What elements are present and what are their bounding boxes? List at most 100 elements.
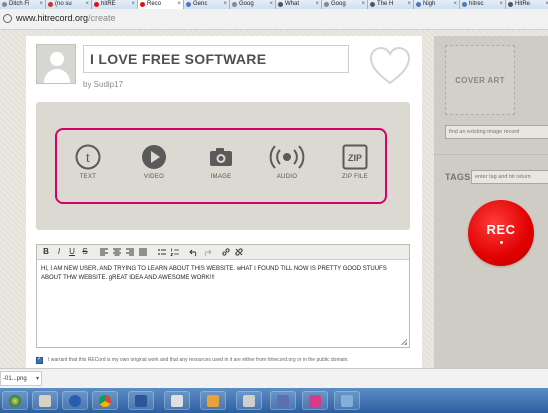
browser-tab[interactable]: hitRE ×: [92, 0, 138, 9]
browser-tab[interactable]: (no su ×: [46, 0, 92, 9]
browser-tab[interactable]: Reco ×: [138, 0, 184, 9]
start-button[interactable]: [2, 391, 28, 410]
favicon-icon: [186, 2, 191, 7]
resize-handle[interactable]: [401, 339, 407, 345]
download-item[interactable]: -01...png ▾: [0, 371, 42, 386]
text-editor[interactable]: B I U S HI, I AM NEW USER, AND TRYING TO…: [36, 244, 410, 348]
cover-art-dropzone[interactable]: COVER ART: [445, 45, 515, 115]
editor-content[interactable]: HI, I AM NEW USER, AND TRYING TO LEARN A…: [41, 265, 405, 283]
paint-taskbar-icon[interactable]: [32, 391, 58, 410]
close-tab-icon[interactable]: ×: [453, 0, 457, 9]
browser-tab[interactable]: Genc ×: [184, 0, 230, 9]
tab-label: The H: [377, 1, 394, 7]
tab-label: Genc: [193, 1, 208, 7]
unlink-icon[interactable]: [234, 247, 244, 257]
close-tab-icon[interactable]: ×: [131, 0, 135, 9]
address-bar[interactable]: www.hitrecord.org/create: [0, 9, 548, 30]
tab-label: hitRE: [101, 1, 116, 7]
video-play-icon: [142, 145, 166, 169]
drawing-taskbar-icon[interactable]: [200, 391, 226, 410]
tab-label: Goog: [331, 1, 346, 7]
close-tab-icon[interactable]: ×: [223, 0, 227, 9]
media-taskbar-icon[interactable]: [302, 391, 328, 410]
warrant-row: I warrant that this RECord is my own ori…: [36, 355, 416, 366]
chevron-down-icon[interactable]: ▾: [36, 375, 39, 382]
browser-tab[interactable]: hitrec ×: [460, 0, 506, 9]
strikethrough-button[interactable]: S: [80, 247, 90, 257]
tab-label: Ditch Fi: [9, 1, 30, 7]
sidebar-divider: [434, 154, 548, 155]
svg-text:t: t: [86, 150, 91, 166]
editor-toolbar: B I U S: [37, 245, 409, 260]
tab-label: hitrec: [469, 1, 484, 7]
url-text[interactable]: www.hitrecord.org/create: [16, 13, 116, 23]
zip-file-icon: ZIP: [342, 144, 368, 170]
browser-tab[interactable]: HitRe×: [506, 0, 548, 9]
camera-icon: [210, 148, 232, 166]
create-record-card: by Sudip17 t TEXT VIDEO: [26, 36, 422, 368]
close-tab-icon[interactable]: ×: [361, 0, 365, 9]
close-tab-icon[interactable]: ×: [85, 0, 89, 9]
page-background: by Sudip17 t TEXT VIDEO: [0, 30, 548, 368]
close-tab-icon[interactable]: ×: [39, 0, 43, 9]
align-right-icon[interactable]: [125, 247, 135, 257]
document-taskbar-icon[interactable]: [164, 391, 190, 410]
download-bar: -01...png ▾: [0, 368, 548, 388]
rec-button[interactable]: REC: [468, 200, 534, 266]
media-option-text[interactable]: t TEXT: [63, 144, 113, 194]
firefox-taskbar-icon[interactable]: [62, 391, 88, 410]
favicon-icon: [48, 2, 53, 7]
align-justify-icon[interactable]: [138, 247, 148, 257]
os-taskbar: [0, 388, 548, 413]
close-tab-icon[interactable]: ×: [407, 0, 411, 9]
link-icon[interactable]: [221, 247, 231, 257]
browser-tab[interactable]: Goog ×: [230, 0, 276, 9]
media-type-selector: t TEXT VIDEO IMAGE AUDIO ZIP ZIP FILE: [55, 128, 387, 204]
favicon-icon: [278, 2, 283, 7]
browser-tab[interactable]: Ditch Fi ×: [0, 0, 46, 9]
align-left-icon[interactable]: [99, 247, 109, 257]
word-taskbar-icon[interactable]: [128, 391, 154, 410]
browser-tab[interactable]: Goog ×: [322, 0, 368, 9]
close-tab-icon[interactable]: ×: [269, 0, 273, 9]
media-option-video[interactable]: VIDEO: [129, 144, 179, 194]
bullet-list-icon[interactable]: [157, 247, 167, 257]
numbered-list-icon[interactable]: [170, 247, 180, 257]
app-taskbar-icon[interactable]: [270, 391, 296, 410]
close-tab-icon[interactable]: ×: [499, 0, 503, 9]
favicon-icon: [462, 2, 467, 7]
underline-button[interactable]: U: [67, 247, 77, 257]
audio-icon: [269, 145, 305, 169]
close-tab-icon[interactable]: ×: [177, 0, 181, 9]
heart-icon[interactable]: [368, 46, 412, 86]
browser-tab-strip: Ditch Fi × (no su × hitRE × Reco × Genc × Goog × Wha…: [0, 0, 548, 9]
bold-button[interactable]: B: [41, 247, 51, 257]
media-option-audio[interactable]: AUDIO: [262, 144, 312, 194]
warrant-label: I warrant that this RECord is my own ori…: [48, 357, 349, 363]
browser-tab[interactable]: What ×: [276, 0, 322, 9]
browser-tab[interactable]: Nigh ×: [414, 0, 460, 9]
favicon-icon: [232, 2, 237, 7]
find-image-input[interactable]: [445, 125, 548, 139]
chrome-taskbar-icon[interactable]: [92, 391, 118, 410]
explorer-taskbar-icon[interactable]: [236, 391, 262, 410]
upload-zone: t TEXT VIDEO IMAGE AUDIO ZIP ZIP FILE: [36, 102, 410, 230]
tags-input[interactable]: [471, 170, 548, 184]
record-title-input[interactable]: [83, 45, 349, 73]
media-option-zip[interactable]: ZIP ZIP FILE: [330, 144, 380, 194]
align-center-icon[interactable]: [112, 247, 122, 257]
warrant-checkbox[interactable]: [36, 355, 43, 364]
media-option-image[interactable]: IMAGE: [196, 144, 246, 194]
italic-button[interactable]: I: [54, 247, 64, 257]
tab-label: (no su: [55, 1, 72, 7]
favicon-icon: [324, 2, 329, 7]
globe-icon: [3, 14, 12, 23]
record-sidebar: COVER ART TAGS REC: [434, 36, 548, 368]
undo-icon[interactable]: [189, 247, 199, 257]
favicon-icon: [2, 2, 7, 7]
browser-tab[interactable]: The H ×: [368, 0, 414, 9]
notes-taskbar-icon[interactable]: [334, 391, 360, 410]
avatar: [36, 44, 76, 84]
redo-icon[interactable]: [202, 247, 212, 257]
close-tab-icon[interactable]: ×: [315, 0, 319, 9]
